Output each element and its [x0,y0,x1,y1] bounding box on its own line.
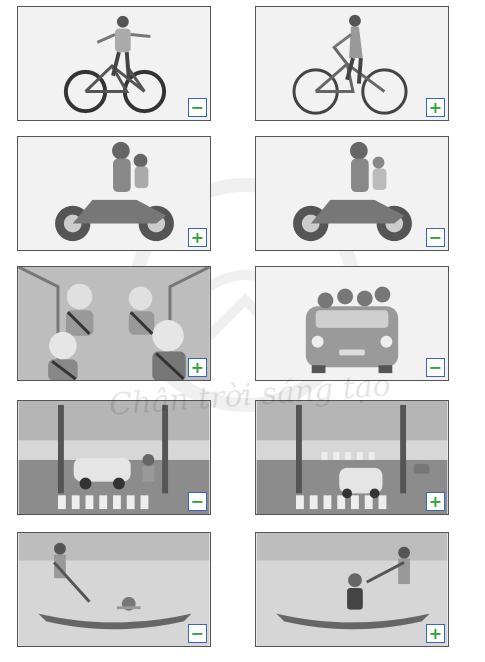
card-woman-bicycle: + [255,6,449,121]
badge-symbol: + [190,357,205,377]
card-child-crossing-unsafe: − [17,400,211,515]
plus-badge[interactable]: + [188,358,207,377]
plus-badge[interactable]: + [426,492,445,511]
street-crossing-unsafe-illustration [18,401,210,514]
badge-symbol: + [428,97,443,117]
street-crossing-safe-illustration [256,401,448,514]
child-bicycle-illustration [63,15,167,114]
minus-badge[interactable]: − [188,492,207,511]
card-child-in-boat: + [255,532,449,647]
boat-safe-illustration [256,533,448,646]
family-seatbelts-illustration [18,267,210,380]
card-motorbike-helmets: + [17,136,211,251]
plus-badge[interactable]: + [426,624,445,643]
plus-badge[interactable]: + [188,228,207,247]
children-out-window-illustration [305,286,399,374]
badge-symbol: − [190,491,205,511]
badge-symbol: − [190,97,205,117]
motorbike-helmets-illustration [55,141,174,242]
badge-symbol: − [428,357,443,377]
minus-badge[interactable]: − [188,98,207,117]
card-children-out-window: − [255,266,449,381]
card-family-seatbelts: + [17,266,211,381]
motorbike-no-helmet-illustration [293,141,412,242]
badge-symbol: − [428,227,443,247]
card-child-bicycle: − [17,6,211,121]
minus-badge[interactable]: − [188,624,207,643]
badge-symbol: + [190,227,205,247]
card-car-stopping-crosswalk: + [255,400,449,515]
card-motorbike-no-helmet: − [255,136,449,251]
badge-symbol: + [428,491,443,511]
minus-badge[interactable]: − [426,228,445,247]
badge-symbol: − [190,623,205,643]
card-child-fell-water: − [17,532,211,647]
minus-badge[interactable]: − [426,358,445,377]
boat-unsafe-illustration [18,533,210,646]
badge-symbol: + [428,623,443,643]
plus-badge[interactable]: + [426,98,445,117]
woman-bicycle-illustration [292,14,408,115]
